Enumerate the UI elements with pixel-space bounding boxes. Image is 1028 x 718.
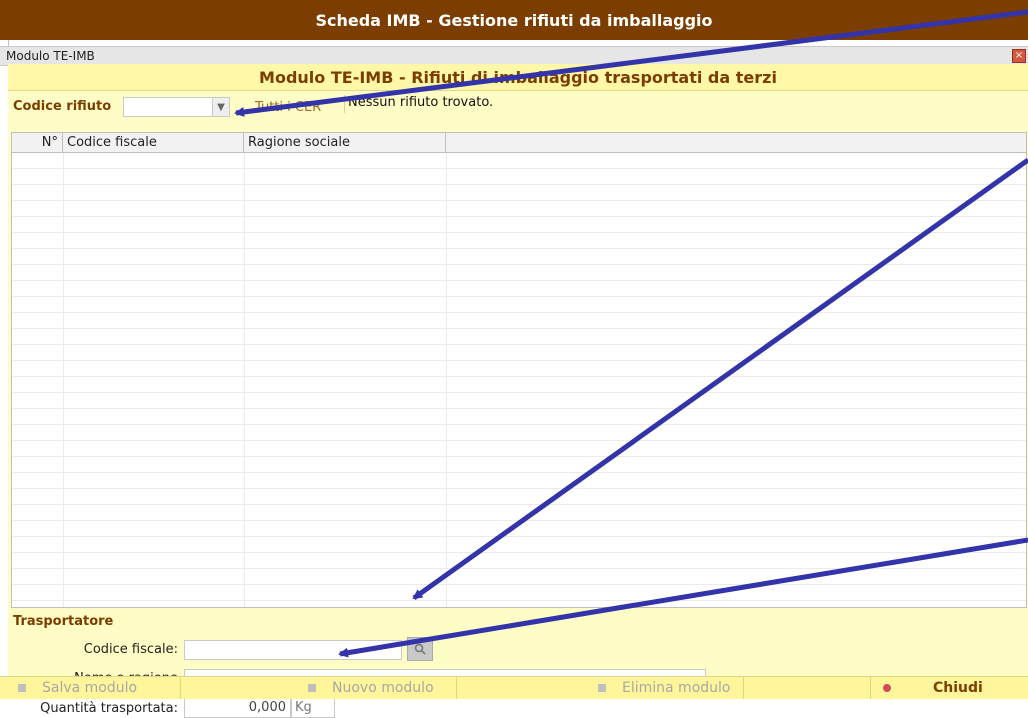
delete-icon bbox=[598, 684, 606, 692]
module-panel: Modulo TE-IMB - Rifiuti di imballaggio t… bbox=[8, 64, 1028, 718]
nuovo-modulo-button[interactable]: Nuovo modulo bbox=[290, 677, 457, 699]
save-icon bbox=[18, 684, 26, 692]
quantita-field[interactable]: 0,000 bbox=[184, 698, 291, 718]
codice-fiscale-field[interactable] bbox=[184, 640, 402, 660]
salva-modulo-label: Salva modulo bbox=[42, 680, 138, 696]
filter-row: Codice rifiuto ▼ Tutti i CER Nessun rifi… bbox=[8, 91, 1028, 121]
quantita-label: Quantità trasportata: bbox=[40, 701, 178, 716]
nuovo-modulo-label: Nuovo modulo bbox=[332, 680, 434, 696]
grid-line bbox=[244, 153, 245, 607]
close-icon[interactable]: × bbox=[1012, 49, 1026, 63]
codice-fiscale-label: Codice fiscale: bbox=[83, 642, 178, 657]
grid-line bbox=[63, 153, 64, 607]
bottom-toolbar: Salva modulo Nuovo modulo Elimina modulo… bbox=[0, 676, 1028, 699]
search-icon bbox=[414, 643, 426, 655]
column-header-codice-fiscale[interactable]: Codice fiscale bbox=[63, 133, 244, 152]
column-header-number[interactable]: N° bbox=[12, 133, 63, 152]
status-message: Nessun rifiuto trovato. bbox=[344, 95, 1028, 113]
transporters-table[interactable]: N° Codice fiscale Ragione sociale bbox=[11, 132, 1027, 608]
elimina-modulo-button[interactable]: Elimina modulo bbox=[580, 677, 744, 699]
chevron-down-icon[interactable]: ▼ bbox=[212, 98, 229, 116]
chiudi-button[interactable]: Chiudi bbox=[870, 677, 1028, 699]
codice-rifiuto-label: Codice rifiuto bbox=[13, 99, 112, 114]
column-header-ragione-sociale[interactable]: Ragione sociale bbox=[244, 133, 446, 152]
close-circle-icon bbox=[883, 684, 891, 692]
window-titlebar: Modulo TE-IMB × bbox=[0, 46, 1028, 66]
grid-line bbox=[446, 153, 447, 607]
panel-title: Modulo TE-IMB - Rifiuti di imballaggio t… bbox=[8, 64, 1028, 91]
app-title: Scheda IMB - Gestione rifiuti da imballa… bbox=[0, 0, 1028, 40]
search-button[interactable] bbox=[407, 637, 433, 661]
salva-modulo-button[interactable]: Salva modulo bbox=[0, 677, 181, 699]
table-header: N° Codice fiscale Ragione sociale bbox=[12, 133, 1026, 153]
window-title: Modulo TE-IMB bbox=[6, 49, 95, 63]
codice-rifiuto-select[interactable]: ▼ bbox=[123, 97, 230, 117]
elimina-modulo-label: Elimina modulo bbox=[622, 680, 731, 696]
empty-rows bbox=[12, 153, 1026, 607]
unit-select[interactable]: Kg bbox=[291, 698, 335, 718]
chiudi-label: Chiudi bbox=[933, 680, 983, 696]
new-document-icon bbox=[308, 684, 316, 692]
trasportatore-section: Trasportatore Codice fiscale: Nome o rag… bbox=[8, 608, 1028, 718]
trasportatore-title: Trasportatore bbox=[13, 614, 114, 629]
tutti-cer-link[interactable]: Tutti i CER bbox=[255, 100, 321, 115]
